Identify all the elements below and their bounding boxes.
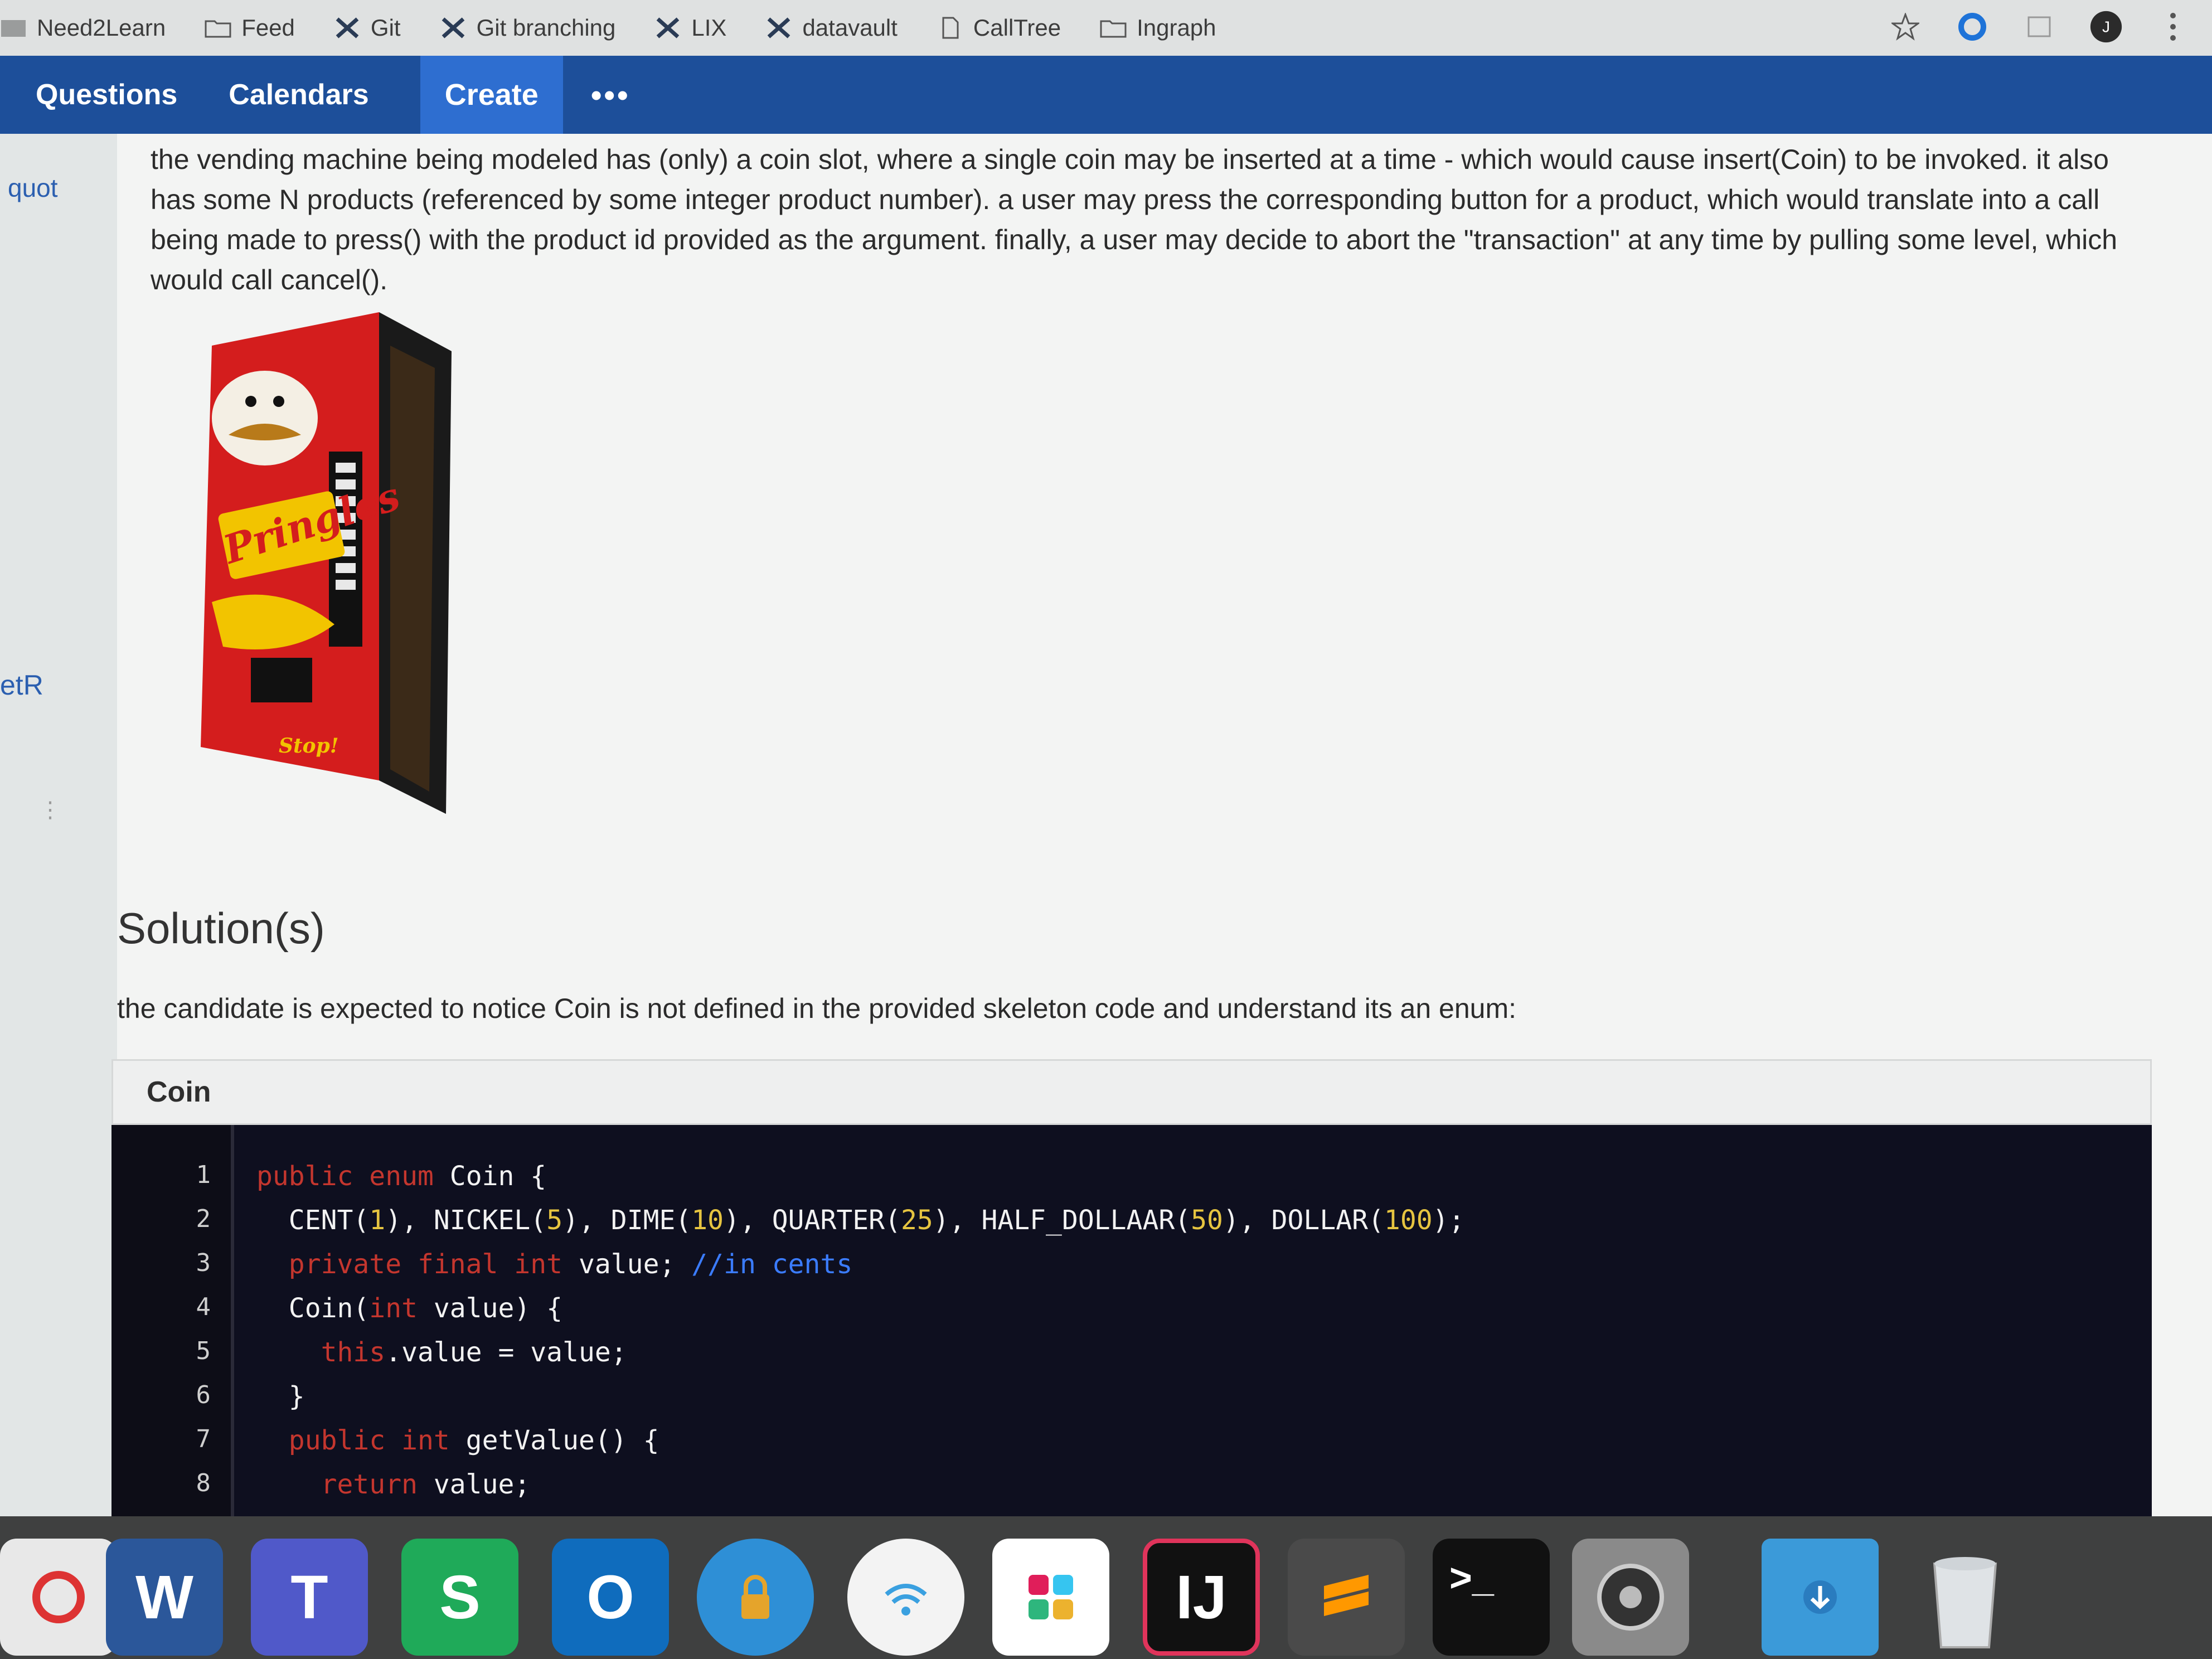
bookmark-calltree[interactable]: CallTree xyxy=(937,14,1061,41)
bookmark-label: Ingraph xyxy=(1137,14,1216,41)
dock-app-vpn[interactable] xyxy=(697,1539,814,1656)
dock-app-outlook[interactable]: O xyxy=(552,1539,669,1656)
x-logo-icon xyxy=(334,17,361,39)
code-line-4: Coin(int value) { xyxy=(256,1293,563,1324)
extension-circle-icon[interactable] xyxy=(1956,10,1989,43)
bookmark-lix[interactable]: LIX xyxy=(654,14,726,41)
code-line-6: } xyxy=(256,1381,305,1412)
bookmark-feed[interactable]: Feed xyxy=(205,14,295,41)
line-numbers: 1 2 3 4 5 6 7 8 xyxy=(111,1125,234,1537)
left-gutter: quot etR ⋮ xyxy=(0,134,119,1516)
create-button[interactable]: Create xyxy=(420,56,563,134)
code-line-5: this.value = value; xyxy=(321,1337,627,1368)
dock-app-sublime[interactable] xyxy=(1288,1539,1405,1656)
x-logo-icon xyxy=(440,17,467,39)
dock-app-terminal[interactable]: >_ xyxy=(1433,1539,1550,1656)
x-logo-icon xyxy=(654,17,681,39)
folder-icon xyxy=(205,17,231,39)
dock-app-word[interactable]: W xyxy=(106,1539,223,1656)
dock-app-wifi[interactable] xyxy=(847,1539,964,1656)
browser-actions: J xyxy=(1855,10,2190,43)
star-icon[interactable] xyxy=(1889,10,1922,43)
bookmarks-bar: Need2Learn Feed Git Git branching LIX da… xyxy=(0,0,2212,56)
solutions-text: the candidate is expected to notice Coin… xyxy=(117,993,1517,1024)
code-line-3: private final int value; //in cents xyxy=(288,1249,853,1280)
bookmark-label: Need2Learn xyxy=(37,14,166,41)
vending-tagline: Stop! xyxy=(279,734,339,758)
dock-app-teams[interactable]: T xyxy=(251,1539,368,1656)
resize-handle-icon[interactable]: ⋮ xyxy=(39,797,61,823)
dock: W T S O IJ >_ xyxy=(0,1516,2212,1659)
dock-app-skype[interactable]: S xyxy=(401,1539,518,1656)
code-line-7: public int getValue() { xyxy=(288,1425,659,1456)
dock-app-slack[interactable] xyxy=(992,1539,1109,1656)
solutions-heading: Solution(s) xyxy=(117,904,325,953)
line-number: 1 xyxy=(196,1161,211,1189)
dock-app-downloads[interactable] xyxy=(1762,1539,1879,1656)
code-line-1: public enum Coin { xyxy=(256,1161,547,1192)
bookmark-need2learn[interactable]: Need2Learn xyxy=(0,14,166,41)
dock-app-system-preferences[interactable] xyxy=(1572,1539,1689,1656)
bookmark-label: Feed xyxy=(241,14,295,41)
bookmark-datavault[interactable]: datavault xyxy=(765,14,898,41)
code-block-title: Coin xyxy=(111,1059,2152,1125)
profile-initial: J xyxy=(2102,18,2110,35)
nav-calendars[interactable]: Calendars xyxy=(229,78,368,111)
folder-icon xyxy=(1100,17,1127,39)
dock-app-trash[interactable] xyxy=(1907,1539,2024,1656)
line-number: 4 xyxy=(196,1293,211,1321)
nav-questions[interactable]: Questions xyxy=(36,78,177,111)
dock-app-calendar[interactable] xyxy=(0,1539,117,1656)
code-line-2: CENT(1), NICKEL(5), DIME(10), QUARTER(25… xyxy=(256,1205,1465,1236)
bookmark-label: CallTree xyxy=(973,14,1061,41)
extension-icon[interactable] xyxy=(2022,10,2056,43)
line-number: 2 xyxy=(196,1205,211,1233)
code-lines: public enum Coin { CENT(1), NICKEL(5), D… xyxy=(234,1125,1464,1537)
x-logo-icon xyxy=(765,17,792,39)
bookmark-label: Git branching xyxy=(476,14,616,41)
line-number: 3 xyxy=(196,1249,211,1277)
bookmark-git-branching[interactable]: Git branching xyxy=(440,14,616,41)
bookmark-git[interactable]: Git xyxy=(334,14,401,41)
code-block: Coin 1 2 3 4 5 6 7 8 public enum Coin { … xyxy=(111,1059,2152,1550)
line-number: 7 xyxy=(196,1425,211,1453)
line-number: 5 xyxy=(196,1337,211,1365)
dock-app-intellij[interactable]: IJ xyxy=(1143,1539,1260,1656)
folder-icon xyxy=(0,17,27,39)
bookmark-ingraph[interactable]: Ingraph xyxy=(1100,14,1216,41)
line-number: 6 xyxy=(196,1381,211,1409)
vending-machine-image: Pringles Stop! xyxy=(190,312,468,825)
gutter-text-etr: etR xyxy=(0,670,43,701)
page-icon xyxy=(937,17,963,39)
bookmark-label: datavault xyxy=(802,14,898,41)
more-button[interactable]: ••• xyxy=(591,77,630,113)
bookmark-label: LIX xyxy=(691,14,727,41)
code-line-8: return value; xyxy=(321,1469,531,1500)
line-number: 8 xyxy=(196,1469,211,1497)
question-paragraph: the vending machine being modeled has (o… xyxy=(151,144,2118,295)
main-content: the vending machine being modeled has (o… xyxy=(111,134,2212,1537)
bookmark-label: Git xyxy=(370,14,401,41)
gutter-text-quot: quot xyxy=(8,173,58,202)
menu-kebab-icon[interactable] xyxy=(2156,10,2190,43)
profile-icon[interactable]: J xyxy=(2089,10,2123,43)
code-body: 1 2 3 4 5 6 7 8 public enum Coin { CENT(… xyxy=(111,1125,2152,1537)
